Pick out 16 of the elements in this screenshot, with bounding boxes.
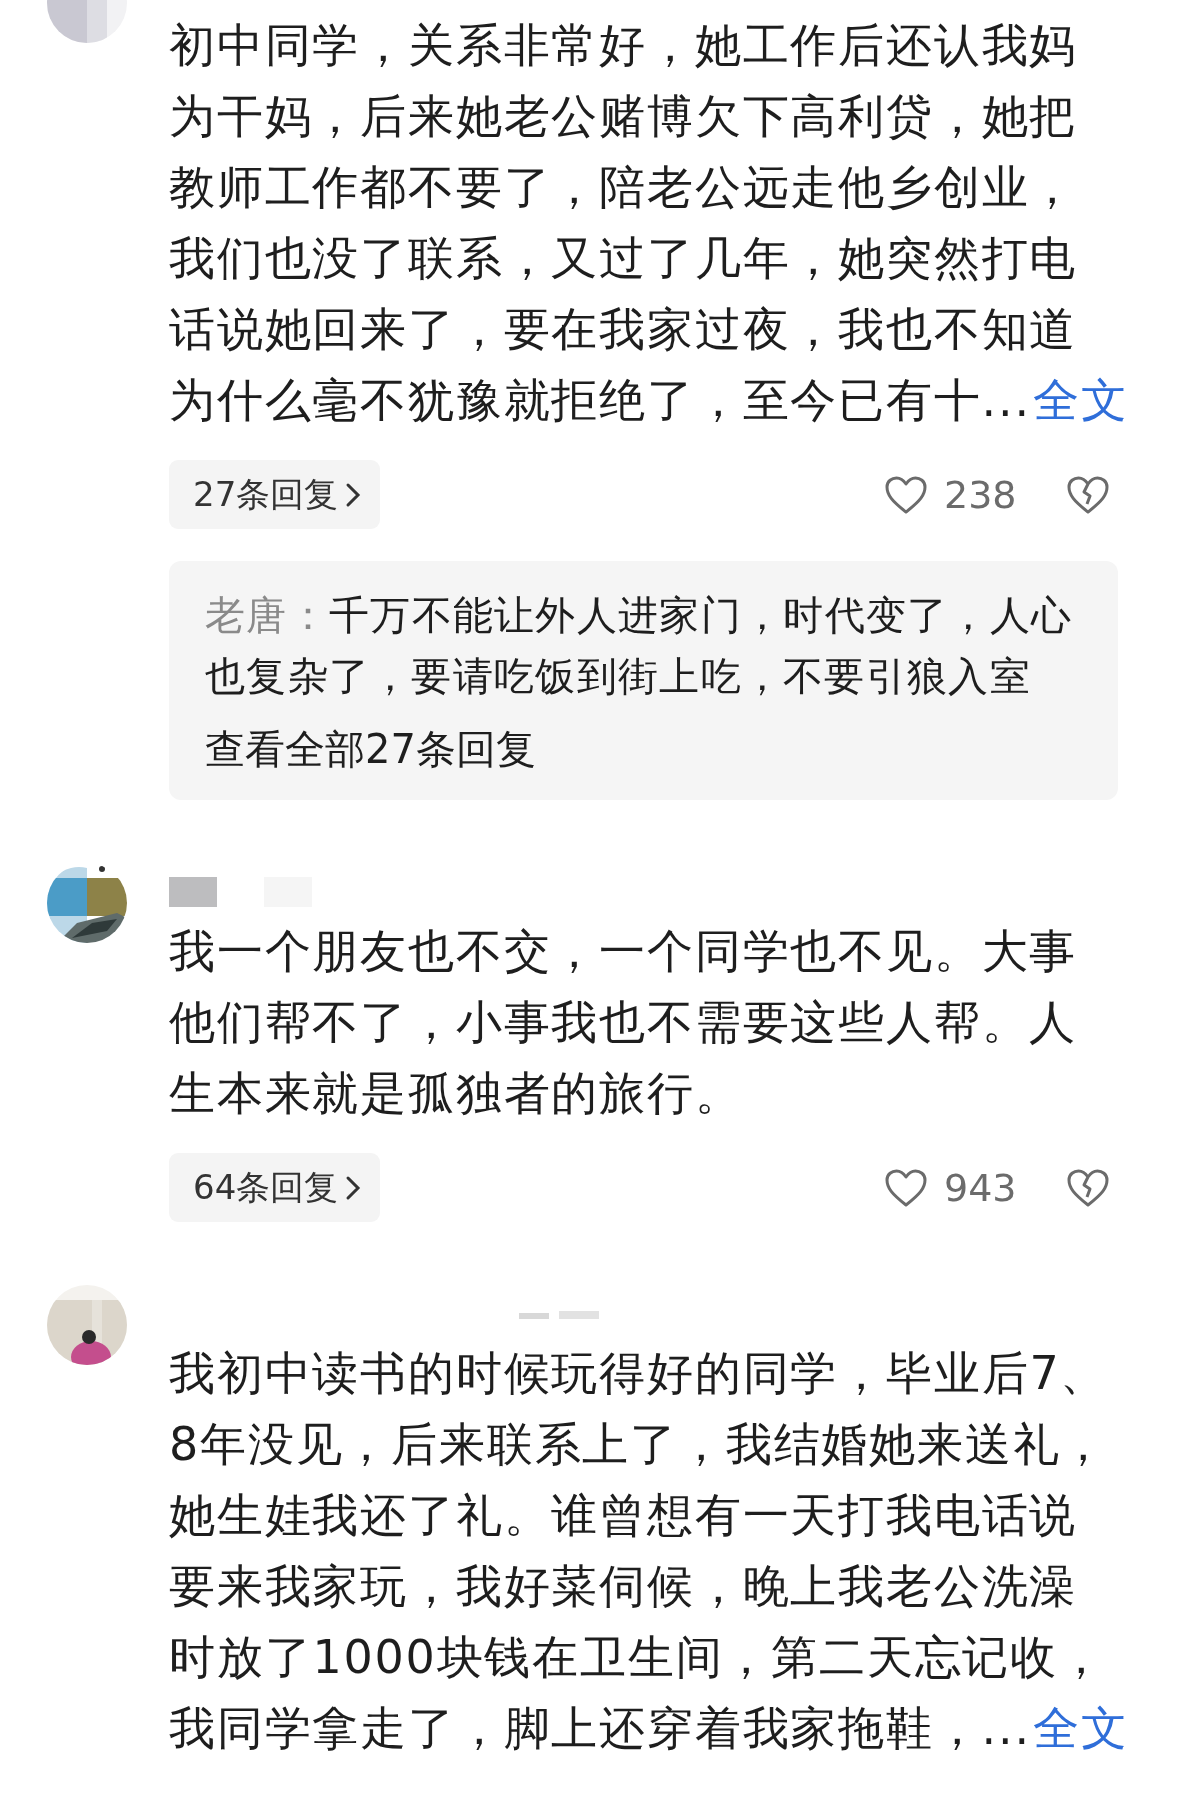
broken-heart-icon[interactable] xyxy=(1066,1167,1110,1208)
view-all-replies-link[interactable]: 查看全部27条回复 xyxy=(205,719,1118,780)
chevron-icon xyxy=(344,481,363,508)
broken-heart-icon[interactable] xyxy=(1066,474,1110,515)
full-text-link[interactable]: 全文 xyxy=(1032,373,1129,427)
like-count: 943 xyxy=(944,1165,1018,1210)
heart-icon[interactable] xyxy=(884,1167,928,1208)
reply-comment: 老唐：千万不能让外人进家门，时代变了，人心也复杂了，要请吃饭到街上吃，不要引狼入室 xyxy=(205,591,1074,701)
reply-preview-panel[interactable]: 老唐：千万不能让外人进家门，时代变了，人心也复杂了，要请吃饭到街上吃，不要引狼入室 查看全部27条回复 xyxy=(169,561,1118,800)
chevron-icon xyxy=(344,1174,363,1201)
full-text-link[interactable]: 全文 xyxy=(1032,1701,1129,1755)
heart-icon[interactable] xyxy=(884,474,928,515)
replies-button[interactable]: 27条回复 xyxy=(169,460,381,529)
comment-text: 我一个朋友也不交，一个同学也不见。大事他们帮不了，小事我也不需要这些人帮。人生本来就是孤独者的旅行。 xyxy=(169,923,1079,1122)
like-count: 238 xyxy=(944,472,1018,517)
replies-button[interactable]: 64条回复 xyxy=(169,1153,381,1222)
